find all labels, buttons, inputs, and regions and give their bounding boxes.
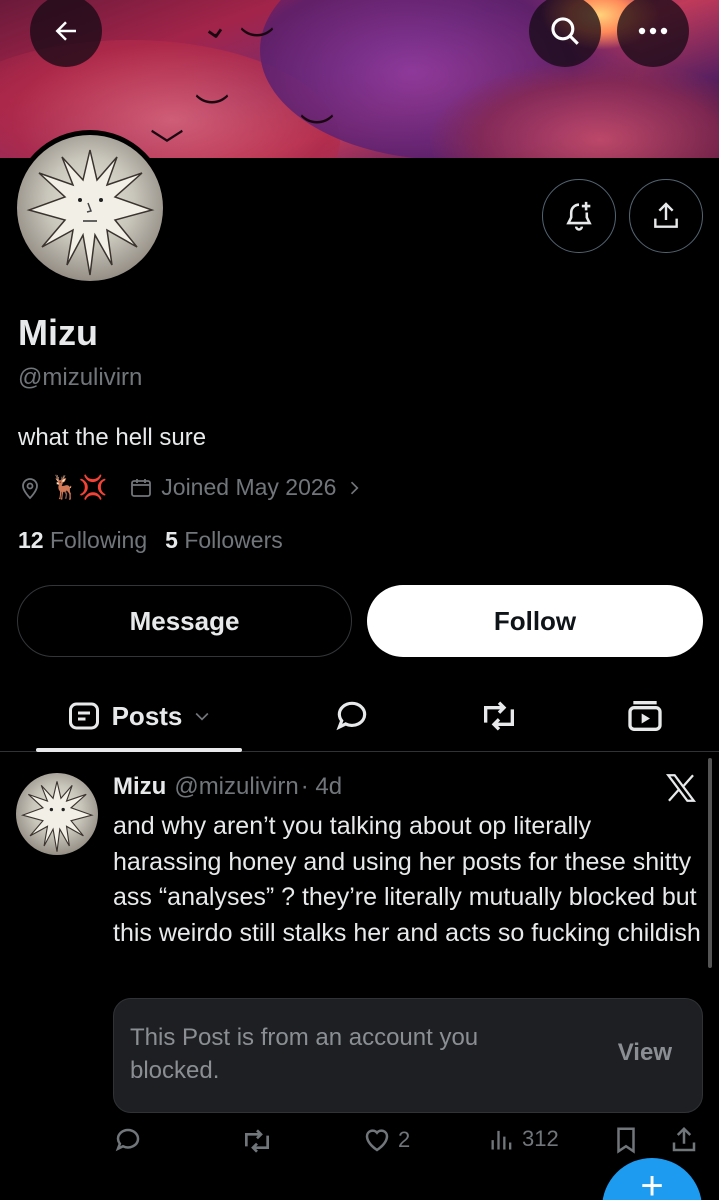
notification-add-icon [566, 201, 592, 231]
post-author-name[interactable]: Mizu [113, 773, 166, 801]
blocked-message: This Post is from an account you blocked… [130, 1024, 479, 1084]
location-icon [22, 477, 38, 499]
scrollbar[interactable] [708, 758, 712, 968]
like-icon [365, 1129, 389, 1152]
post-header: Mizu @mizulivirn · 4d [113, 773, 342, 801]
location-text: 🦌💢 [50, 475, 108, 501]
replies-icon [336, 701, 367, 731]
following-count: 12 [18, 527, 44, 553]
calendar-icon [131, 478, 152, 497]
followers-count: 5 [165, 527, 178, 553]
chevron-right-icon[interactable] [344, 478, 364, 498]
profile-meta: 🦌💢 Joined May 2026 [18, 474, 364, 501]
followers-label: Followers [184, 527, 283, 553]
tab-replies[interactable] [330, 694, 374, 738]
tab-reposts[interactable] [477, 694, 521, 738]
back-arrow-icon [55, 21, 76, 41]
post-avatar[interactable] [16, 773, 98, 855]
message-button[interactable]: Message [17, 585, 352, 657]
more-icon [638, 27, 668, 35]
tab-posts-label: Posts [111, 700, 183, 731]
view-button[interactable]: View [618, 1039, 672, 1067]
active-tab-indicator [36, 748, 242, 752]
repost-button[interactable] [241, 1125, 273, 1157]
tab-media[interactable] [623, 694, 667, 738]
like-button[interactable]: 2 [362, 1125, 410, 1155]
tab-posts[interactable]: Posts [36, 680, 242, 752]
views-count: 312 [522, 1126, 559, 1151]
reply-icon [115, 1128, 140, 1152]
repost-icon [245, 1129, 269, 1153]
joined-date: Joined May 2026 [161, 474, 337, 500]
media-icon [628, 701, 662, 731]
following-label: Following [49, 527, 148, 553]
like-count: 2 [398, 1127, 411, 1152]
views-icon [491, 1130, 512, 1150]
share-icon [654, 202, 678, 228]
follow-stats: 12 Following 5 Followers [18, 527, 283, 554]
compose-icon: + [640, 1164, 664, 1200]
post-item[interactable]: Mizu @mizulivirn · 4d and why aren’t you… [0, 753, 719, 1200]
share-post-button[interactable] [669, 1125, 699, 1155]
posts-icon [68, 702, 99, 730]
following-link[interactable]: 12 Following [18, 527, 147, 554]
share-icon [672, 1126, 696, 1152]
follow-button[interactable]: Follow [367, 585, 703, 657]
views-button[interactable]: 312 [488, 1125, 559, 1153]
profile-tabs: Posts [0, 680, 719, 752]
profile-bio: what the hell sure [18, 424, 207, 451]
post-actions: 2 312 [0, 1125, 719, 1165]
share-profile-button[interactable] [629, 179, 703, 253]
followers-link[interactable]: 5 Followers [165, 527, 283, 554]
chevron-down-icon [195, 712, 209, 721]
reply-button[interactable] [113, 1125, 143, 1155]
post-time: · 4d [300, 773, 343, 800]
bookmark-button[interactable] [611, 1125, 641, 1155]
x-logo-icon [664, 771, 698, 814]
search-icon [551, 17, 579, 45]
profile-avatar[interactable] [12, 130, 168, 286]
notification-button[interactable] [542, 179, 616, 253]
repost-icon [484, 701, 514, 731]
post-text: and why aren’t you talking about op lite… [113, 812, 701, 947]
profile-name: Mizu [18, 312, 98, 353]
profile-handle: @mizulivirn [18, 364, 143, 391]
post-author-handle[interactable]: @mizulivirn [174, 773, 298, 801]
quoted-post-blocked: This Post is from an account you blocked… [113, 998, 703, 1113]
bookmark-icon [617, 1127, 635, 1154]
